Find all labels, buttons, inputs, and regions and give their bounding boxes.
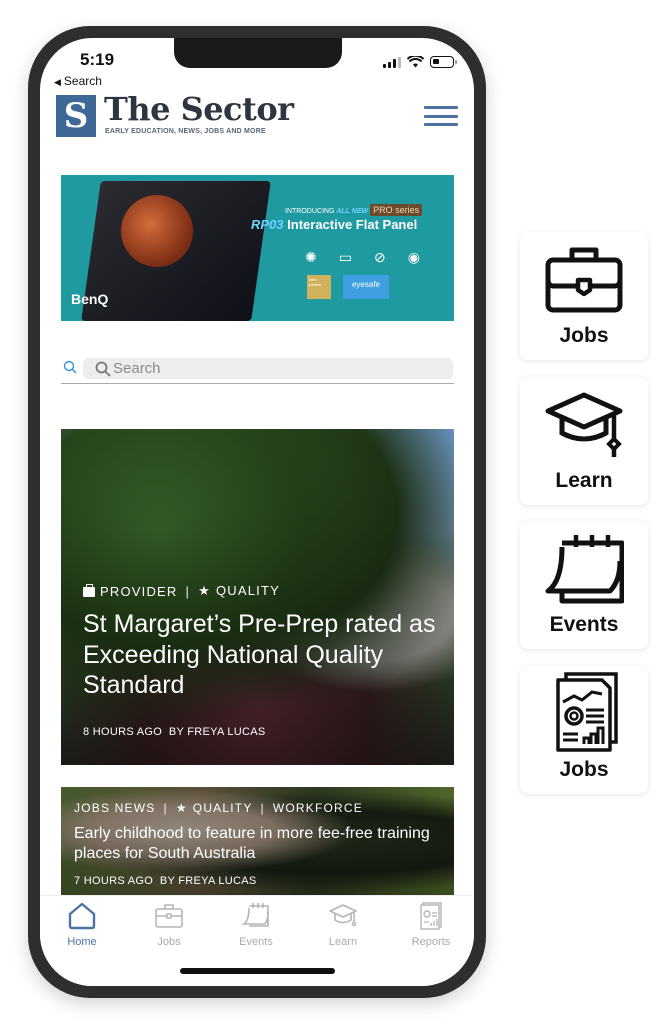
tag-separator: | (163, 801, 168, 815)
article-time: 7 HOURS AGO (74, 875, 154, 887)
card-label: Jobs (559, 324, 609, 347)
tag-jobs-news[interactable]: JOBS NEWS (74, 801, 155, 815)
article-tags: PROVIDER | ★ QUALITY (83, 583, 280, 599)
briefcase-icon (155, 904, 183, 928)
card-label: Learn (555, 469, 613, 492)
orbit-icon: ✺ (305, 249, 317, 265)
hamburger-icon[interactable] (424, 106, 458, 126)
signal-icon (383, 56, 401, 68)
tab-home[interactable]: Home (47, 902, 117, 948)
tag-label: PROVIDER (100, 583, 178, 599)
tag-label: QUALITY (215, 583, 280, 598)
no-germs-icon: ⊘ (373, 249, 386, 265)
article-card[interactable]: JOBS NEWS | ★ QUALITY | WORKFORCE Early c… (61, 787, 454, 897)
graduation-cap-icon (545, 392, 623, 457)
briefcase-icon (83, 583, 95, 597)
article-meta: 7 HOURS AGO BY FREYA LUCAS (74, 875, 257, 887)
banner-intro-text: INTRODUCING (285, 208, 335, 215)
phone-screen: 5:19 ◀ Search S The Sector EARLY EDUCATIO… (40, 38, 474, 986)
article-tags: JOBS NEWS | ★ QUALITY | WORKFORCE (74, 801, 363, 815)
banner-intro: INTRODUCING ALL NEW PRO series (285, 204, 423, 216)
banner-series: PRO series (370, 204, 423, 216)
back-label: Search (63, 74, 102, 88)
battery-icon (430, 56, 457, 68)
banner-headline: RP03 Interactive Flat Panel (251, 217, 417, 232)
report-icon (556, 672, 618, 752)
search-field-icon (95, 361, 111, 377)
advertisement-banner[interactable]: BenQ INTRODUCING ALL NEW PRO series RP03… (61, 175, 454, 321)
banner-feature-icons: ✺ ▭ ⊘ ◉ (305, 249, 420, 266)
search-bar (61, 356, 454, 384)
calendar-icon (545, 535, 624, 604)
banner-product: Interactive Flat Panel (287, 217, 418, 232)
status-icons (383, 56, 457, 68)
logo-mark[interactable]: S (56, 95, 96, 137)
tab-events[interactable]: Events (221, 902, 291, 948)
tab-learn[interactable]: Learn (308, 902, 378, 948)
plant-icon: ▭ (338, 249, 352, 265)
star-icon: ★ (175, 801, 188, 815)
back-triangle-icon: ◀ (54, 77, 61, 87)
tab-label: Reports (411, 936, 451, 948)
card-label: Events (549, 613, 619, 636)
eyesafe-badge: eyesafe (343, 275, 389, 299)
search-input[interactable] (83, 358, 453, 379)
tab-label: Learn (328, 936, 358, 948)
tag-quality[interactable]: ★ QUALITY (176, 801, 253, 815)
card-label: Jobs (559, 758, 609, 781)
graduation-cap-icon (329, 904, 357, 927)
calendar-icon (241, 903, 269, 927)
article-author: BY FREYA LUCAS (159, 875, 257, 887)
phone-frame: 5:19 ◀ Search S The Sector EARLY EDUCATIO… (28, 26, 486, 998)
notch (174, 38, 342, 68)
tab-label: Jobs (157, 936, 181, 948)
tab-jobs[interactable]: Jobs (134, 902, 204, 948)
side-card-learn[interactable]: Learn (520, 377, 648, 505)
tab-label: Home (67, 936, 97, 948)
eye-icon: ◉ (407, 249, 420, 265)
article-title[interactable]: Early childhood to feature in more fee-f… (74, 824, 444, 863)
article-author: BY FREYA LUCAS (168, 726, 266, 738)
tag-workforce[interactable]: WORKFORCE (273, 801, 363, 815)
search-icon[interactable] (63, 360, 77, 374)
home-indicator[interactable] (180, 968, 335, 974)
article-title[interactable]: St Margaret’s Pre-Prep rated as Exceedin… (83, 609, 443, 701)
intel-badge: intel partner (307, 275, 331, 299)
article-meta: 8 HOURS AGO BY FREYA LUCAS (83, 726, 266, 738)
site-tagline: EARLY EDUCATION, NEWS, JOBS AND MORE (105, 128, 266, 135)
back-to-search-link[interactable]: ◀ Search (54, 74, 102, 88)
planet-image (121, 195, 193, 267)
site-title[interactable]: The Sector (104, 90, 294, 128)
tab-label: Events (239, 936, 273, 948)
side-card-events[interactable]: Events (520, 521, 648, 649)
banner-intro-highlight: ALL NEW (336, 208, 369, 215)
article-card[interactable]: PROVIDER | ★ QUALITY St Margaret’s Pre-Pr… (61, 429, 454, 765)
banner-brand: BenQ (71, 291, 109, 307)
side-card-jobs[interactable]: Jobs (520, 232, 648, 360)
report-icon (420, 902, 442, 930)
stage: 5:19 ◀ Search S The Sector EARLY EDUCATIO… (0, 0, 656, 1024)
star-icon: ★ (198, 583, 211, 598)
tab-reports[interactable]: Reports (396, 902, 466, 948)
tag-provider[interactable]: PROVIDER (83, 583, 178, 599)
side-card-reports[interactable]: Jobs (520, 666, 648, 794)
home-icon (68, 902, 96, 930)
briefcase-icon (545, 247, 623, 313)
tag-separator: | (260, 801, 265, 815)
tag-separator: | (185, 583, 191, 599)
banner-model: RP03 (251, 217, 284, 232)
tag-quality[interactable]: ★ QUALITY (198, 583, 280, 599)
wifi-icon (407, 56, 424, 68)
status-time: 5:19 (80, 50, 115, 69)
article-time: 8 HOURS AGO (83, 726, 163, 738)
tag-label: QUALITY (192, 801, 253, 815)
